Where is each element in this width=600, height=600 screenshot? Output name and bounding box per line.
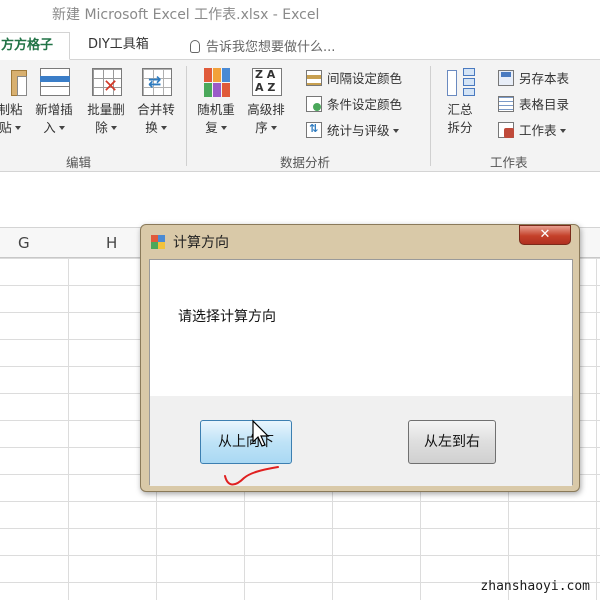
insert-label-1: 新增插: [35, 102, 73, 117]
dialog-title: 计算方向: [173, 235, 229, 251]
tell-me-search[interactable]: 告诉我您想要做什么...: [190, 36, 335, 55]
sheet-directory-button[interactable]: 表格目录: [498, 94, 569, 116]
paste-special-label-1: 制粘: [0, 102, 23, 117]
chevron-down-icon: [270, 126, 277, 130]
save-sheet-button[interactable]: 另存本表: [498, 68, 569, 90]
insert-button[interactable]: 新增插 入: [30, 66, 78, 137]
interval-color-button[interactable]: 间隔设定颜色: [306, 68, 402, 90]
save-sheet-label: 另存本表: [519, 71, 570, 86]
conditional-color-label: 条件设定颜色: [327, 97, 403, 112]
merge-convert-label-2: 换: [145, 120, 158, 135]
stats-rating-button[interactable]: ⇅ 统计与评级: [306, 120, 399, 142]
sheet-directory-icon: [498, 96, 514, 112]
formula-area: [0, 172, 600, 228]
close-button[interactable]: ✕: [519, 225, 571, 245]
insert-label-2: 入: [43, 120, 56, 135]
random-repeat-label-2: 复: [205, 120, 218, 135]
summary-split-button[interactable]: 汇总 拆分: [436, 66, 484, 137]
delete-grid-icon: ✕: [89, 66, 123, 98]
interval-color-label: 间隔设定颜色: [327, 71, 403, 86]
paste-icon: [0, 66, 27, 98]
left-to-right-button[interactable]: 从左到右: [408, 420, 496, 464]
chevron-down-icon: [392, 129, 399, 133]
app-icon: [151, 235, 165, 249]
annotation-squiggle: [224, 466, 279, 486]
tab-diy-toolbox[interactable]: DIY工具箱: [88, 32, 149, 60]
tell-me-placeholder: 告诉我您想要做什么...: [206, 40, 336, 55]
conditional-color-button[interactable]: 条件设定颜色: [306, 94, 402, 116]
group-label-data-analysis: 数据分析: [280, 155, 331, 170]
merge-convert-label-1: 合并转: [137, 102, 175, 117]
advanced-sort-label-2: 序: [255, 120, 268, 135]
worksheet-menu-label: 工作表: [519, 123, 557, 138]
batch-delete-label-1: 批量删: [87, 102, 125, 117]
group-separator: [430, 66, 431, 166]
close-icon: ✕: [539, 227, 551, 242]
random-repeat-label-1: 随机重: [197, 102, 235, 117]
tab-fangfanggezi[interactable]: 方方格子: [0, 32, 70, 60]
merge-convert-button[interactable]: ⇄ 合并转 换: [132, 66, 180, 137]
sheet-directory-label: 表格目录: [519, 97, 570, 112]
summary-split-label-1: 汇总: [447, 102, 473, 117]
ribbon: 制粘 贴 新增插 入 ✕ 批量删 除 ⇄ 合并转 换 编辑 随机重 复 Z A …: [0, 60, 600, 172]
conditional-color-icon: [306, 96, 322, 112]
save-sheet-icon: [498, 70, 514, 86]
calc-direction-dialog: 计算方向 ✕ 请选择计算方向 从上向下 从左到右: [140, 224, 580, 492]
advanced-sort-button[interactable]: Z A A Z 高级排 序: [242, 66, 290, 137]
lightbulb-icon: [190, 40, 200, 53]
chevron-down-icon: [160, 126, 167, 130]
worksheet-icon: [498, 122, 514, 138]
random-repeat-button[interactable]: 随机重 复: [192, 66, 240, 137]
dialog-body: 请选择计算方向 从上向下 从左到右: [149, 259, 573, 486]
batch-delete-label-2: 除: [95, 120, 108, 135]
mouse-cursor-icon: [252, 419, 270, 447]
interval-color-icon: [306, 70, 322, 86]
group-label-edit: 编辑: [66, 155, 92, 170]
group-separator: [186, 66, 187, 166]
insert-rows-icon: [37, 66, 71, 98]
worksheet-menu-button[interactable]: 工作表: [498, 120, 566, 142]
advanced-sort-label-1: 高级排: [247, 102, 285, 117]
title-bar: 新建 Microsoft Excel 工作表.xlsx - Excel: [0, 0, 600, 28]
chevron-down-icon: [220, 126, 227, 130]
summary-split-icon: [443, 66, 477, 98]
stats-rating-icon: ⇅: [306, 122, 322, 138]
stats-rating-label: 统计与评级: [327, 123, 390, 138]
dialog-prompt: 请选择计算方向: [178, 309, 276, 325]
column-header-h[interactable]: H: [106, 234, 117, 252]
group-label-worksheet: 工作表: [490, 155, 528, 170]
summary-split-label-2: 拆分: [447, 120, 473, 135]
sort-az-icon: Z A A Z: [249, 66, 283, 98]
ribbon-tabs: 方方格子 DIY工具箱 告诉我您想要做什么...: [0, 28, 600, 60]
chevron-down-icon: [110, 126, 117, 130]
batch-delete-button[interactable]: ✕ 批量删 除: [82, 66, 130, 137]
dialog-title-bar: 计算方向: [151, 232, 229, 252]
chevron-down-icon: [559, 129, 566, 133]
column-header-g[interactable]: G: [18, 234, 30, 252]
top-to-bottom-button[interactable]: 从上向下: [200, 420, 292, 464]
paste-special-button[interactable]: 制粘 贴: [0, 66, 34, 137]
paste-special-label-2: 贴: [0, 120, 12, 135]
window-title: 新建 Microsoft Excel 工作表.xlsx - Excel: [52, 7, 320, 23]
watermark: zhanshaoyi.com: [480, 579, 590, 594]
chevron-down-icon: [58, 126, 65, 130]
color-blocks-icon: [199, 66, 233, 98]
chevron-down-icon: [14, 126, 21, 130]
merge-convert-icon: ⇄: [139, 66, 173, 98]
